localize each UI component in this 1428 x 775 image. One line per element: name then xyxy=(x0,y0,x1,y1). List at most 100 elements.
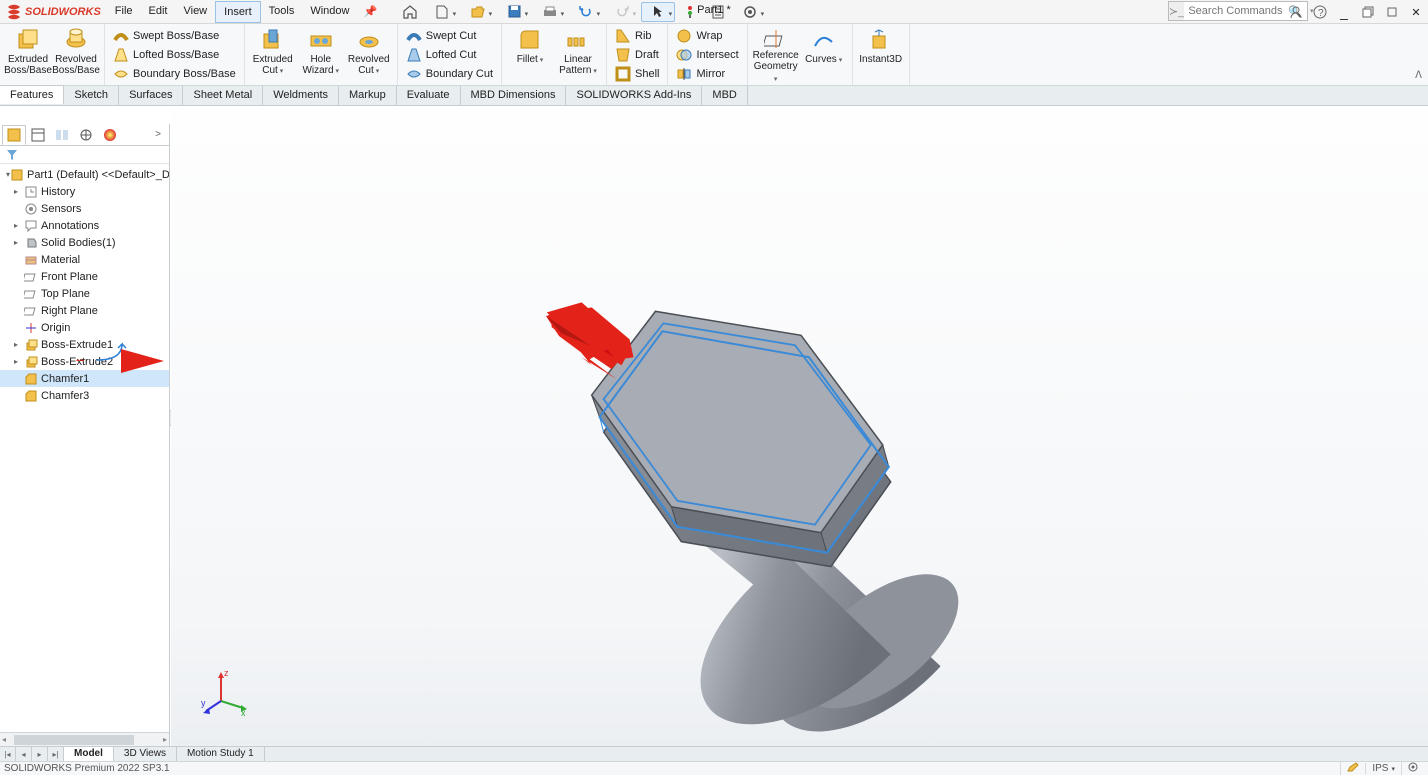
ribbon-tab-evaluate[interactable]: Evaluate xyxy=(397,86,461,105)
extrude-icon xyxy=(24,338,38,352)
maximize-button[interactable] xyxy=(1380,0,1404,24)
lofted-boss-button[interactable]: Lofted Boss/Base xyxy=(109,46,240,64)
print-button[interactable]: ▾ xyxy=(533,2,567,22)
extruded-boss-button[interactable]: ExtrudedBoss/Base xyxy=(4,24,52,85)
extruded-cut-button[interactable]: ExtrudedCut xyxy=(249,24,297,85)
tree-item-origin[interactable]: Origin xyxy=(0,319,169,336)
ribbon-tab-markup[interactable]: Markup xyxy=(339,86,397,105)
ribbon-tab-solidworks-add-ins[interactable]: SOLIDWORKS Add-Ins xyxy=(566,86,702,105)
fm-tab-dimxpert[interactable] xyxy=(74,125,98,145)
menu-tools[interactable]: Tools xyxy=(261,1,303,23)
home-button[interactable] xyxy=(397,2,423,22)
tree-item-solid-bodies-1-[interactable]: ▸Solid Bodies(1) xyxy=(0,234,169,251)
lofted-cut-button[interactable]: Lofted Cut xyxy=(402,46,497,64)
curves-button[interactable]: Curves xyxy=(800,24,848,85)
restore-button[interactable] xyxy=(1356,0,1380,24)
tree-item-boss-extrude1[interactable]: ▸Boss-Extrude1 xyxy=(0,336,169,353)
menu-insert[interactable]: Insert xyxy=(215,1,261,23)
revolved-boss-button[interactable]: RevolvedBoss/Base xyxy=(52,24,100,85)
body-icon xyxy=(24,236,38,250)
rib-button[interactable]: Rib xyxy=(611,27,663,45)
redo-button[interactable]: ▾ xyxy=(605,2,639,22)
fm-tab-property[interactable] xyxy=(26,125,50,145)
tree-item-right-plane[interactable]: Right Plane xyxy=(0,302,169,319)
boundary-cut-button[interactable]: Boundary Cut xyxy=(402,65,497,83)
feature-link-arrow xyxy=(92,340,132,364)
new-document-button[interactable]: ▾ xyxy=(425,2,459,22)
graphics-area[interactable]: z x y xyxy=(171,108,1428,746)
menu-view[interactable]: View xyxy=(175,1,215,23)
ribbon-tab-mbd-dimensions[interactable]: MBD Dimensions xyxy=(461,86,567,105)
revolved-cut-button[interactable]: RevolvedCut xyxy=(345,24,393,85)
tree-item-annotations[interactable]: ▸Annotations xyxy=(0,217,169,234)
mirror-button[interactable]: Mirror xyxy=(672,65,742,83)
command-search-input[interactable] xyxy=(1184,5,1284,17)
tree-item-boss-extrude2[interactable]: ▸Boss-Extrude2 xyxy=(0,353,169,370)
ribbon-tab-weldments[interactable]: Weldments xyxy=(263,86,339,105)
fillet-button[interactable]: Fillet xyxy=(506,24,554,85)
feature-tree[interactable]: ▾ Part1 (Default) <<Default>_Display St.… xyxy=(0,164,169,732)
orientation-triad[interactable]: z x y xyxy=(201,666,251,716)
tree-hscroll[interactable]: ◂ ▸ xyxy=(0,732,169,746)
login-button[interactable] xyxy=(1284,0,1308,24)
svg-text:?: ? xyxy=(1318,8,1324,19)
filter-icon xyxy=(6,149,18,161)
ribbon-tab-sheet-metal[interactable]: Sheet Metal xyxy=(183,86,263,105)
ribbon-group-instant3d: Instant3D xyxy=(853,24,910,85)
tree-item-top-plane[interactable]: Top Plane xyxy=(0,285,169,302)
tree-item-sensors[interactable]: Sensors xyxy=(0,200,169,217)
pin-menu-icon[interactable]: 📌 xyxy=(363,5,377,18)
open-document-button[interactable]: ▾ xyxy=(461,2,495,22)
btab-prev-button[interactable]: ◂ xyxy=(16,747,32,761)
fm-tab-config[interactable] xyxy=(50,125,74,145)
wrap-button[interactable]: Wrap xyxy=(672,27,742,45)
btab-next-button[interactable]: ▸ xyxy=(32,747,48,761)
bottom-tab-motion-study-1[interactable]: Motion Study 1 xyxy=(177,747,265,761)
tree-item-front-plane[interactable]: Front Plane xyxy=(0,268,169,285)
status-cog-button[interactable] xyxy=(1401,762,1424,775)
draft-button[interactable]: Draft xyxy=(611,46,663,64)
ribbon-tab-mbd[interactable]: MBD xyxy=(702,86,747,105)
ribbon-collapse-button[interactable]: ᐱ xyxy=(1415,70,1422,81)
tree-root[interactable]: ▾ Part1 (Default) <<Default>_Display St.… xyxy=(0,166,169,183)
ribbon-tab-surfaces[interactable]: Surfaces xyxy=(119,86,183,105)
options-button[interactable]: ▾ xyxy=(733,2,767,22)
fm-filter-row[interactable] xyxy=(0,146,169,164)
hole-wizard-button[interactable]: HoleWizard xyxy=(297,24,345,85)
linear-pattern-button[interactable]: LinearPattern xyxy=(554,24,602,85)
undo-button[interactable]: ▾ xyxy=(569,2,603,22)
tree-item-chamfer3[interactable]: Chamfer3 xyxy=(0,387,169,404)
tree-item-history[interactable]: ▸History xyxy=(0,183,169,200)
ribbon-tab-sketch[interactable]: Sketch xyxy=(64,86,119,105)
btab-first-button[interactable]: |◂ xyxy=(0,747,16,761)
bottom-tab-3d-views[interactable]: 3D Views xyxy=(114,747,177,761)
btab-last-button[interactable]: ▸| xyxy=(48,747,64,761)
fm-expand-button[interactable]: > xyxy=(149,129,167,140)
status-edit-icon[interactable] xyxy=(1340,762,1365,775)
swept-cut-button[interactable]: Swept Cut xyxy=(402,27,497,45)
minimize-button[interactable]: _ xyxy=(1332,0,1356,24)
reference-geometry-button[interactable]: ReferenceGeometry xyxy=(752,24,800,85)
menu-edit[interactable]: Edit xyxy=(141,1,176,23)
close-button[interactable]: ✕ xyxy=(1404,0,1428,24)
status-units[interactable]: IPS▾ xyxy=(1365,763,1401,774)
instant3d-button[interactable]: Instant3D xyxy=(857,24,905,85)
tree-item-chamfer1[interactable]: Chamfer1 xyxy=(0,370,169,387)
menu-window[interactable]: Window xyxy=(302,1,357,23)
model-view[interactable] xyxy=(171,108,1428,746)
ribbon-tab-features[interactable]: Features xyxy=(0,85,64,104)
help-button[interactable]: ? xyxy=(1308,0,1332,24)
menu-file[interactable]: File xyxy=(107,1,141,23)
intersect-button[interactable]: Intersect xyxy=(672,46,742,64)
select-button[interactable]: ▾ xyxy=(641,2,675,22)
material-icon xyxy=(24,253,38,267)
boundary-boss-button[interactable]: Boundary Boss/Base xyxy=(109,65,240,83)
swept-boss-button[interactable]: Swept Boss/Base xyxy=(109,27,240,45)
main-menu: FileEditViewInsertToolsWindow xyxy=(107,1,358,23)
tree-item-material-not-specified-[interactable]: Material xyxy=(0,251,169,268)
fm-tab-tree[interactable] xyxy=(2,125,26,145)
shell-button[interactable]: Shell xyxy=(611,65,663,83)
bottom-tab-model[interactable]: Model xyxy=(64,747,114,761)
fm-tab-display[interactable] xyxy=(98,125,122,145)
save-button[interactable]: ▾ xyxy=(497,2,531,22)
